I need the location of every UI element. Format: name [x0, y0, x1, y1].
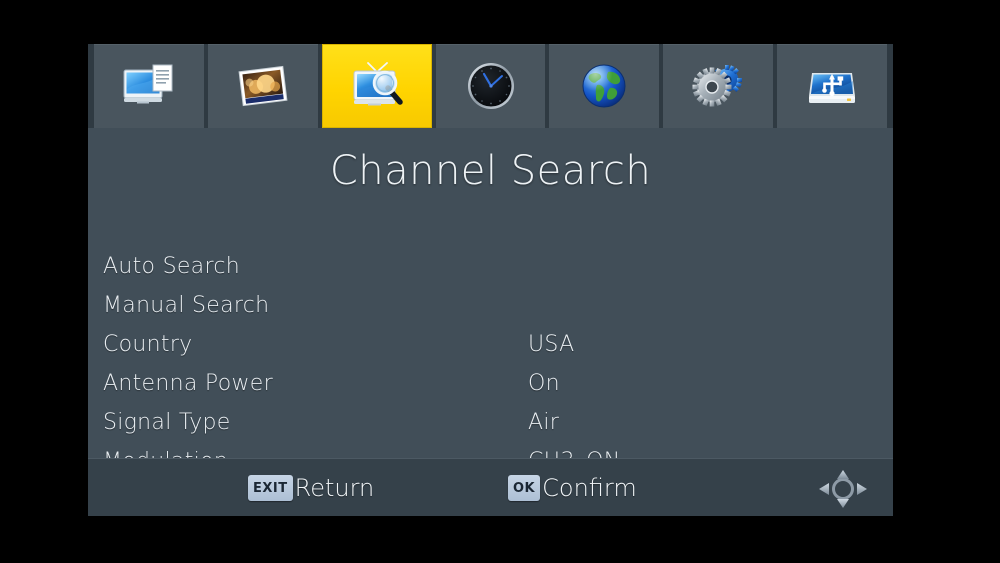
osd-window: Channel Search Auto Search Manual Search…	[88, 44, 893, 516]
hint-return-label: Return	[294, 474, 375, 502]
settings-list: Auto Search Manual Search Country USA An…	[88, 247, 893, 481]
menu-tab-program[interactable]	[94, 44, 204, 128]
setting-value-antenna-power[interactable]: On	[528, 364, 560, 403]
footer-hint-bar: EXIT Return OK Confirm	[88, 458, 893, 516]
globe-icon	[575, 60, 633, 112]
menu-tab-time[interactable]	[435, 44, 546, 128]
ok-key-badge[interactable]: OK	[508, 475, 541, 501]
setting-label-manual-search: Manual Search	[103, 293, 270, 318]
list-item[interactable]: Antenna Power On	[88, 364, 893, 403]
setting-label-signal-type: Signal Type	[103, 410, 231, 435]
gears-icon	[689, 60, 747, 112]
monitor-document-icon	[120, 60, 178, 112]
hint-confirm-label: Confirm	[542, 474, 637, 502]
exit-key-badge[interactable]: EXIT	[248, 475, 293, 501]
menu-tab-usb[interactable]	[777, 44, 888, 128]
setting-label-antenna-power: Antenna Power	[103, 371, 273, 396]
tv-osd-screen: Channel Search Auto Search Manual Search…	[0, 0, 1000, 563]
menu-tab-picture[interactable]	[207, 44, 318, 128]
osd-body: Channel Search Auto Search Manual Search…	[88, 128, 893, 474]
list-item[interactable]: Signal Type Air	[88, 403, 893, 442]
list-item[interactable]: Auto Search	[88, 247, 893, 286]
list-item[interactable]: Country USA	[88, 325, 893, 364]
usb-drive-icon	[803, 60, 861, 112]
dpad-arrows-icon	[815, 469, 871, 509]
menu-tab-channel-search[interactable]	[321, 44, 432, 128]
setting-value-country[interactable]: USA	[528, 325, 574, 364]
menu-tab-option[interactable]	[549, 44, 660, 128]
menu-icon-bar	[88, 44, 893, 128]
clock-icon	[462, 60, 520, 112]
setting-label-country: Country	[103, 332, 193, 357]
photo-icon	[234, 60, 292, 112]
hint-return[interactable]: EXIT Return	[248, 473, 374, 503]
page-title: Channel Search	[329, 148, 652, 194]
list-item[interactable]: Manual Search	[88, 286, 893, 325]
menu-tab-system[interactable]	[663, 44, 774, 128]
hint-confirm[interactable]: OK Confirm	[508, 473, 637, 503]
tv-magnifier-icon	[348, 60, 406, 112]
setting-value-signal-type[interactable]: Air	[528, 403, 559, 442]
setting-label-auto-search: Auto Search	[103, 254, 240, 279]
